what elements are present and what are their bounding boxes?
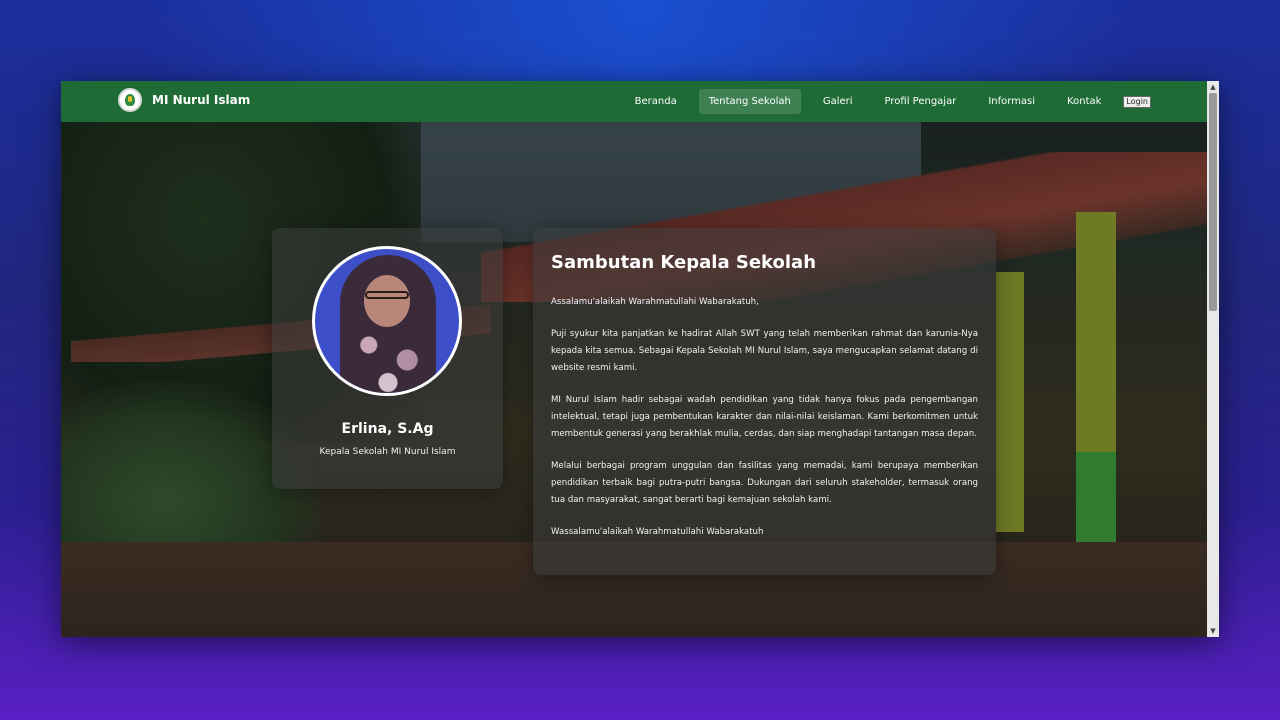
principal-name: Erlina, S.Ag xyxy=(341,421,434,437)
speech-title: Sambutan Kepala Sekolah xyxy=(551,252,817,273)
login-button[interactable]: Login xyxy=(1123,95,1151,108)
principal-speech-card: Sambutan Kepala Sekolah Assalamu'alaikah… xyxy=(533,228,996,575)
desktop-background: MI Nurul Islam Beranda Tentang Sekolah G… xyxy=(0,0,1280,720)
nav-menu: Beranda Tentang Sekolah Galeri Profil Pe… xyxy=(613,81,1151,122)
browser-window: MI Nurul Islam Beranda Tentang Sekolah G… xyxy=(61,81,1219,637)
scroll-down-arrow-icon[interactable]: ▼ xyxy=(1207,625,1219,637)
page-scrollbar[interactable]: ▲ ▼ xyxy=(1207,81,1219,637)
brand-name: MI Nurul Islam xyxy=(152,93,251,107)
principal-role: Kepala Sekolah MI Nurul Islam xyxy=(319,447,456,457)
speech-paragraph: MI Nurul Islam hadir sebagai wadah pendi… xyxy=(551,395,978,439)
hero-bg-pillar xyxy=(996,272,1024,532)
nav-item-informasi[interactable]: Informasi xyxy=(978,89,1045,114)
speech-body: Assalamu'alaikah Warahmatullahi Wabaraka… xyxy=(551,294,978,556)
nav-item-galeri[interactable]: Galeri xyxy=(813,89,863,114)
avatar-face xyxy=(364,275,410,327)
speech-paragraph: Assalamu'alaikah Warahmatullahi Wabaraka… xyxy=(551,297,759,307)
navbar: MI Nurul Islam Beranda Tentang Sekolah G… xyxy=(61,81,1207,122)
nav-item-kontak[interactable]: Kontak xyxy=(1057,89,1111,114)
principal-profile-card: Erlina, S.Ag Kepala Sekolah MI Nurul Isl… xyxy=(272,228,503,489)
principal-avatar xyxy=(312,246,462,396)
speech-paragraph: Puji syukur kita panjatkan ke hadirat Al… xyxy=(551,329,978,373)
nav-item-tentang-sekolah[interactable]: Tentang Sekolah xyxy=(698,89,801,114)
speech-paragraph: Wassalamu'alaikah Warahmatullahi Wabarak… xyxy=(551,527,764,537)
nav-item-profil-pengajar[interactable]: Profil Pengajar xyxy=(875,89,967,114)
scroll-thumb[interactable] xyxy=(1209,93,1217,311)
avatar-glasses xyxy=(365,291,409,299)
brand[interactable]: MI Nurul Islam xyxy=(118,88,250,112)
speech-paragraph: Melalui berbagai program unggulan dan fa… xyxy=(551,461,978,505)
scroll-up-arrow-icon[interactable]: ▲ xyxy=(1207,81,1219,93)
nav-item-beranda[interactable]: Beranda xyxy=(625,89,687,114)
hero-section: Erlina, S.Ag Kepala Sekolah MI Nurul Isl… xyxy=(61,122,1207,637)
school-logo-icon xyxy=(118,88,142,112)
